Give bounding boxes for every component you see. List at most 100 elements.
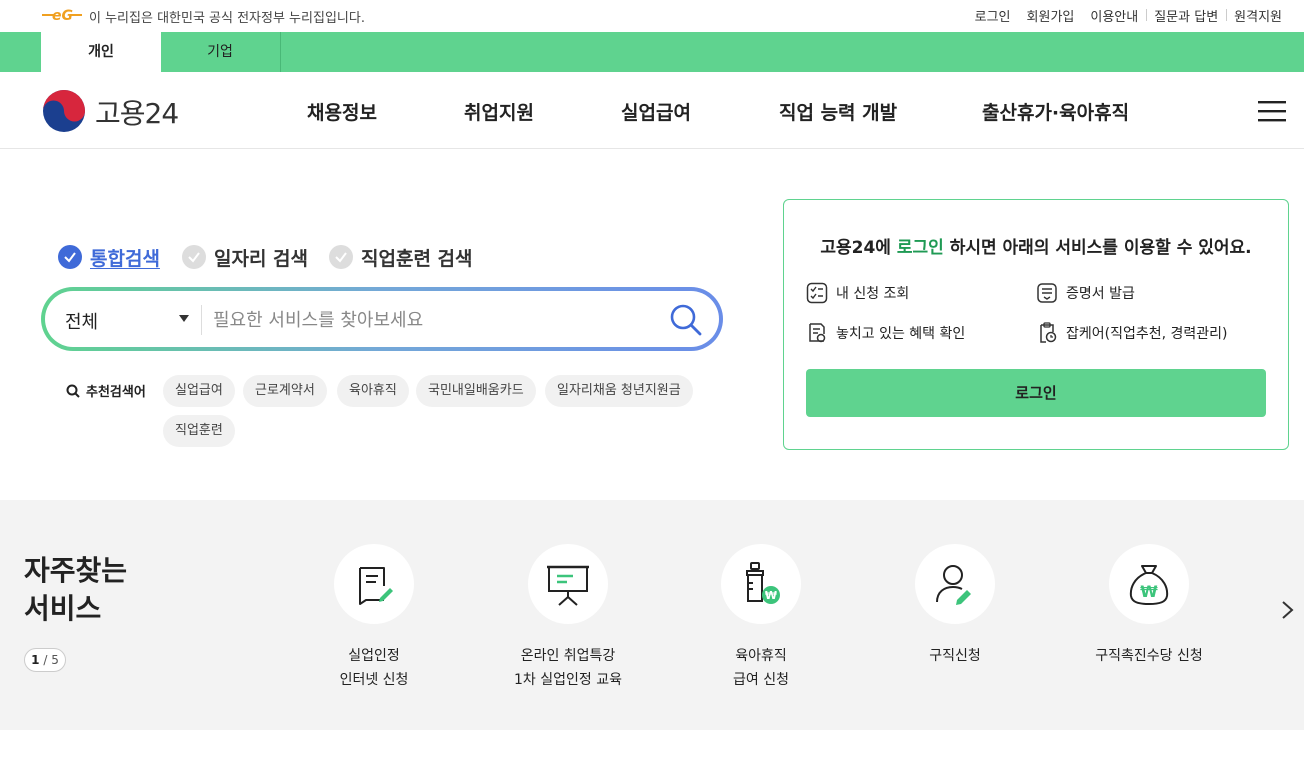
presentation-board-icon — [547, 565, 589, 606]
search-tab-label: 직업훈련 검색 — [361, 247, 473, 270]
nav-employment-support[interactable]: 취업지원 — [464, 98, 534, 125]
eg-logo-icon: eG — [42, 8, 82, 24]
frequent-services-title: 자주찾는 서비스 — [24, 552, 127, 628]
service-label-line: 실업인정 — [348, 648, 400, 664]
recommended-label-text: 추천검색어 — [86, 385, 146, 400]
search-tab-training[interactable]: 직업훈련 검색 — [329, 242, 473, 272]
main-header: 고용24 채용정보 취업지원 실업급여 직업 능력 개발 출산휴가·육아휴직 — [0, 72, 1304, 149]
chevron-right-icon[interactable] — [1280, 600, 1296, 620]
search-tab-integrated[interactable]: 통합검색 — [58, 242, 160, 272]
gov-banner: eG 이 누리집은 대한민국 공식 전자정부 누리집입니다. 로그인 회원가입 … — [0, 0, 1304, 30]
keyword-chip[interactable]: 실업급여 — [163, 375, 235, 407]
search-input[interactable] — [213, 303, 653, 337]
service-icon-circle: ₩ — [721, 544, 801, 624]
keyword-chip[interactable]: 직업훈련 — [163, 415, 235, 447]
gov-banner-text: 이 누리집은 대한민국 공식 전자정부 누리집입니다. — [89, 11, 365, 26]
service-label: 내 신청 조회 — [836, 286, 910, 302]
frequent-service-item[interactable]: 구직신청 — [860, 544, 1050, 668]
carousel-pager: 1 / 5 — [24, 648, 66, 672]
search-tab-label: 통합검색 — [90, 247, 160, 270]
service-label-line: 온라인 취업특강 — [520, 648, 616, 664]
site-logo-text[interactable]: 고용24 — [95, 92, 179, 132]
util-remote-support-link[interactable]: 원격지원 — [1226, 6, 1290, 25]
utility-links: 로그인 회원가입 이용안내 질문과 답변 원격지원 — [967, 6, 1290, 25]
service-icon-circle — [528, 544, 608, 624]
keyword-chip[interactable]: 국민내일배움카드 — [416, 375, 536, 407]
nav-unemployment-benefit[interactable]: 실업급여 — [621, 98, 691, 125]
check-circle-icon — [182, 245, 206, 269]
clipboard-clock-icon — [1040, 322, 1057, 343]
document-search-icon — [809, 323, 826, 343]
service-icon-circle — [334, 544, 414, 624]
svg-text:eG: eG — [52, 8, 73, 24]
search-small-icon — [66, 384, 80, 398]
util-login-link[interactable]: 로그인 — [967, 6, 1019, 25]
nav-job-info[interactable]: 채용정보 — [307, 98, 377, 125]
person-edit-icon — [936, 565, 971, 605]
service-missed-benefits[interactable]: 놓치고 있는 혜택 확인 — [806, 322, 965, 344]
service-icon-circle: ₩ — [1109, 544, 1189, 624]
baby-bottle-won-icon: ₩ — [746, 562, 780, 604]
service-label: 온라인 취업특강 1차 실업인정 교육 — [473, 644, 663, 692]
tab-business[interactable]: 기업 — [160, 32, 280, 72]
login-title-highlight: 로그인 — [896, 238, 944, 258]
service-label: 증명서 발급 — [1066, 286, 1135, 302]
hamburger-menu-icon[interactable] — [1258, 100, 1286, 122]
service-icon-circle — [915, 544, 995, 624]
audience-tab-bar: 개인 기업 — [0, 32, 1304, 72]
document-edit-icon — [359, 567, 393, 605]
frequent-service-item[interactable]: 온라인 취업특강 1차 실업인정 교육 — [473, 544, 663, 692]
title-line: 서비스 — [24, 592, 102, 625]
certificate-icon — [1037, 283, 1057, 303]
svg-text:₩: ₩ — [765, 589, 777, 602]
util-guide-link[interactable]: 이용안내 — [1082, 6, 1146, 25]
service-label-line: 1차 실업인정 교육 — [514, 672, 622, 688]
frequent-service-item[interactable]: ₩ 구직촉진수당 신청 — [1054, 544, 1244, 668]
service-label: 실업인정 인터넷 신청 — [279, 644, 469, 692]
scope-divider — [201, 305, 202, 335]
service-label: 구직신청 — [860, 644, 1050, 668]
service-label: 육아휴직 급여 신청 — [666, 644, 856, 692]
service-my-applications[interactable]: 내 신청 조회 — [806, 282, 909, 304]
frequent-service-item[interactable]: ₩ 육아휴직 급여 신청 — [666, 544, 856, 692]
check-circle-icon — [329, 245, 353, 269]
nav-vocational-training[interactable]: 직업 능력 개발 — [779, 98, 897, 125]
service-label-line: 구직신청 — [929, 648, 981, 664]
service-label: 잡케어(직업추천, 경력관리) — [1066, 326, 1228, 342]
keyword-chip[interactable]: 일자리채움 청년지원금 — [545, 375, 693, 407]
title-line: 자주찾는 — [24, 554, 128, 587]
frequent-service-item[interactable]: 실업인정 인터넷 신청 — [279, 544, 469, 692]
recommended-keywords-label: 추천검색어 — [66, 381, 146, 400]
pager-total: / 5 — [39, 653, 59, 667]
tab-individual[interactable]: 개인 — [41, 32, 161, 72]
service-label-line: 구직촉진수당 신청 — [1095, 648, 1203, 664]
checklist-icon — [806, 282, 828, 304]
search-tab-jobs[interactable]: 일자리 검색 — [182, 242, 308, 272]
taegeuk-logo-icon[interactable] — [42, 89, 86, 133]
nav-maternity-parental-leave[interactable]: 출산휴가·육아휴직 — [982, 98, 1129, 125]
caret-down-icon[interactable] — [179, 315, 189, 322]
keyword-chip[interactable]: 근로계약서 — [243, 375, 327, 407]
search-icon[interactable] — [669, 303, 703, 337]
tab-divider — [280, 32, 281, 72]
service-label: 구직촉진수당 신청 — [1054, 644, 1244, 668]
keyword-chip[interactable]: 육아휴직 — [337, 375, 409, 407]
service-label-line: 인터넷 신청 — [339, 672, 409, 688]
service-label-line: 육아휴직 — [735, 648, 787, 664]
service-label: 놓치고 있는 혜택 확인 — [836, 326, 966, 342]
search-inner: 전체 — [45, 291, 719, 347]
search-scope-select[interactable]: 전체 — [65, 308, 98, 334]
frequent-services-section: 자주찾는 서비스 1 / 5 실업인정 인터넷 신청 온라인 취업특강 1차 실… — [0, 500, 1304, 730]
login-card-title: 고용24에 로그인 하시면 아래의 서비스를 이용할 수 있어요. — [784, 233, 1288, 258]
service-jobcare[interactable]: 잡케어(직업추천, 경력관리) — [1036, 322, 1228, 344]
util-qna-link[interactable]: 질문과 답변 — [1146, 6, 1226, 25]
pager-current: 1 — [31, 653, 40, 667]
login-title-post: 하시면 아래의 서비스를 이용할 수 있어요. — [943, 238, 1252, 258]
service-certificate[interactable]: 증명서 발급 — [1036, 282, 1135, 304]
login-title-pre: 고용24에 — [820, 238, 897, 258]
money-bag-won-icon: ₩ — [1129, 565, 1169, 606]
login-button[interactable]: 로그인 — [806, 369, 1266, 417]
check-circle-icon — [58, 245, 82, 269]
svg-text:₩: ₩ — [1140, 582, 1158, 601]
util-signup-link[interactable]: 회원가입 — [1019, 6, 1083, 25]
